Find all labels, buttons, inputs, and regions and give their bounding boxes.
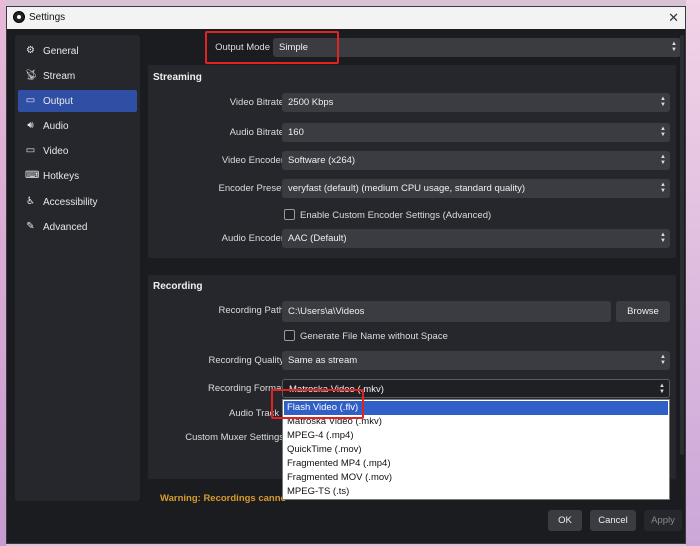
recording-format-select[interactable]: Matroska Video (.mkv) ▲ ▼ [282, 379, 670, 398]
recording-quality-label: Recording Quality [208, 355, 284, 366]
recording-format-dropdown: Flash Video (.flv) Matroska Video (.mkv)… [282, 399, 670, 500]
encoder-preset-label: Encoder Preset [218, 183, 284, 194]
close-icon[interactable]: ✕ [668, 10, 679, 26]
dropdown-option[interactable]: Flash Video (.flv) [284, 401, 668, 415]
dropdown-option[interactable]: Fragmented MOV (.mov) [284, 471, 668, 485]
video-bitrate-label: Video Bitrate [229, 97, 284, 108]
sidebar-item-general[interactable]: ⚙ General [18, 40, 137, 62]
sidebar-item-video[interactable]: ▭ Video [18, 140, 137, 162]
dropdown-option[interactable]: Matroska Video (.mkv) [284, 415, 668, 429]
chevron-updown-icon: ▲ ▼ [660, 182, 666, 194]
sidebar-item-advanced[interactable]: ✎ Advanced [18, 216, 137, 238]
sidebar-item-label: Video [43, 146, 69, 157]
audio-encoder-value: AAC (Default) [288, 233, 347, 244]
spin-arrows-icon[interactable]: ▲ ▼ [660, 96, 666, 108]
streaming-panel: Streaming Video Bitrate 2500 Kbps ▲ ▼ Aud… [148, 65, 676, 258]
video-encoder-label: Video Encoder [221, 155, 284, 166]
output-mode-select[interactable]: Simple ▲ ▼ [273, 38, 681, 57]
recording-quality-value: Same as stream [288, 355, 358, 366]
title-bar: Settings ✕ [7, 7, 685, 29]
sidebar-item-label: Advanced [43, 222, 88, 233]
window-title: Settings [29, 12, 66, 23]
obs-logo-icon [13, 11, 25, 23]
recording-title: Recording [153, 281, 203, 292]
audio-bitrate-select[interactable]: 160 ▲ ▼ [282, 123, 670, 142]
recording-quality-select[interactable]: Same as stream ▲ ▼ [282, 351, 670, 370]
monitor-output-icon: ▭ [25, 95, 36, 106]
chevron-updown-icon: ▲ ▼ [660, 126, 666, 138]
output-mode-label: Output Mode [215, 42, 270, 53]
sidebar-item-label: Audio [43, 121, 69, 132]
chevron-updown-icon: ▲ ▼ [671, 41, 677, 53]
custom-encoder-checkbox[interactable] [284, 209, 295, 220]
browse-button[interactable]: Browse [616, 301, 670, 322]
chevron-updown-icon: ▲ ▼ [660, 154, 666, 166]
streaming-title: Streaming [153, 72, 202, 83]
content-scrollbar[interactable] [680, 35, 684, 455]
chevron-updown-icon: ▲ ▼ [660, 232, 666, 244]
chevron-updown-icon: ▲ ▼ [659, 383, 665, 395]
antenna-icon: 📡︎ [25, 70, 38, 81]
chevron-updown-icon: ▲ ▼ [660, 354, 666, 366]
settings-window: Settings ✕ ⚙ General 📡︎ Stream ▭ Output … [6, 6, 686, 544]
gear-icon: ⚙ [26, 45, 35, 56]
recording-path-label: Recording Path [218, 305, 284, 316]
audio-bitrate-value: 160 [288, 127, 304, 138]
sidebar-item-label: General [43, 46, 79, 57]
speaker-icon: 🔊︎ [27, 120, 34, 131]
ok-button[interactable]: OK [548, 510, 582, 531]
video-bitrate-spinbox[interactable]: 2500 Kbps ▲ ▼ [282, 93, 670, 112]
dropdown-option[interactable]: MPEG-4 (.mp4) [284, 429, 668, 443]
sidebar-item-output[interactable]: ▭ Output [18, 90, 137, 112]
encoder-preset-select[interactable]: veryfast (default) (medium CPU usage, st… [282, 179, 670, 198]
custom-muxer-label: Custom Muxer Settings [185, 432, 284, 443]
apply-button[interactable]: Apply [644, 510, 682, 531]
sidebar-item-label: Accessibility [43, 197, 98, 208]
recording-format-value: Matroska Video (.mkv) [289, 384, 384, 395]
desktop-background-right [686, 0, 700, 546]
audio-track-label: Audio Track [229, 408, 280, 419]
accessibility-icon: ♿︎ [26, 196, 35, 207]
recording-path-value: C:\Users\a\Videos [288, 306, 365, 317]
custom-encoder-label: Enable Custom Encoder Settings (Advanced… [300, 210, 492, 221]
sidebar-item-label: Stream [43, 71, 76, 82]
wrench-icon: ✎ [26, 221, 35, 232]
sidebar-item-audio[interactable]: 🔊︎ Audio [18, 115, 137, 137]
dropdown-option[interactable]: MPEG-TS (.ts) [284, 485, 668, 499]
audio-bitrate-label: Audio Bitrate [229, 127, 284, 138]
recording-warning: Warning: Recordings canno [160, 493, 287, 504]
sidebar-item-label: Output [43, 96, 74, 107]
sidebar-item-stream[interactable]: 📡︎ Stream [18, 65, 137, 87]
recording-format-label: Recording Format [207, 383, 284, 394]
dropdown-option[interactable]: Fragmented MP4 (.mp4) [284, 457, 668, 471]
no-space-label: Generate File Name without Space [300, 331, 448, 342]
sidebar-item-hotkeys[interactable]: ⌨ Hotkeys [18, 165, 137, 187]
audio-encoder-select[interactable]: AAC (Default) ▲ ▼ [282, 229, 670, 248]
keyboard-icon: ⌨ [25, 170, 40, 181]
audio-encoder-label: Audio Encoder [221, 233, 284, 244]
cancel-button[interactable]: Cancel [590, 510, 636, 531]
dropdown-option[interactable]: QuickTime (.mov) [284, 443, 668, 457]
video-encoder-value: Software (x264) [288, 155, 356, 166]
output-mode-value: Simple [279, 42, 309, 53]
sidebar-item-accessibility[interactable]: ♿︎ Accessibility [18, 191, 137, 213]
video-bitrate-value: 2500 Kbps [288, 97, 334, 108]
encoder-preset-value: veryfast (default) (medium CPU usage, st… [288, 183, 526, 194]
sidebar-item-label: Hotkeys [43, 171, 80, 182]
recording-path-input[interactable]: C:\Users\a\Videos [282, 301, 611, 322]
settings-sidebar: ⚙ General 📡︎ Stream ▭ Output 🔊︎ Audio ▭ … [15, 35, 140, 501]
no-space-checkbox[interactable] [284, 330, 295, 341]
screen-icon: ▭ [25, 145, 36, 156]
video-encoder-select[interactable]: Software (x264) ▲ ▼ [282, 151, 670, 170]
